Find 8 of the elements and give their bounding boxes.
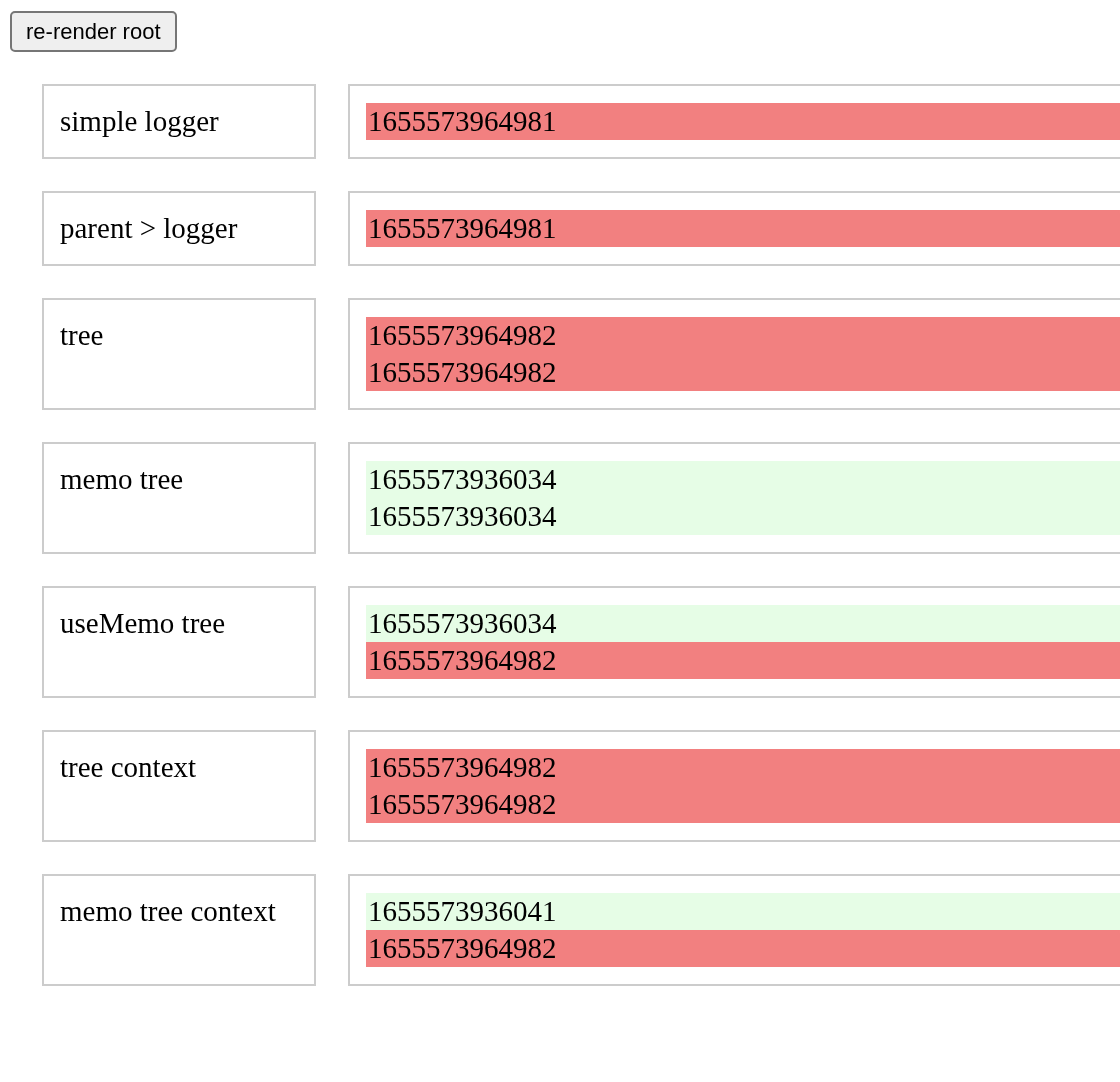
row-label: simple logger — [42, 84, 316, 159]
row-label: tree — [42, 298, 316, 410]
row-label: useMemo tree — [42, 586, 316, 698]
row-label: parent > logger — [42, 191, 316, 266]
re-render-button[interactable]: re-render root — [10, 11, 177, 52]
row-label: tree context — [42, 730, 316, 842]
row-label: memo tree context — [42, 874, 316, 986]
row-label: memo tree — [42, 442, 316, 554]
